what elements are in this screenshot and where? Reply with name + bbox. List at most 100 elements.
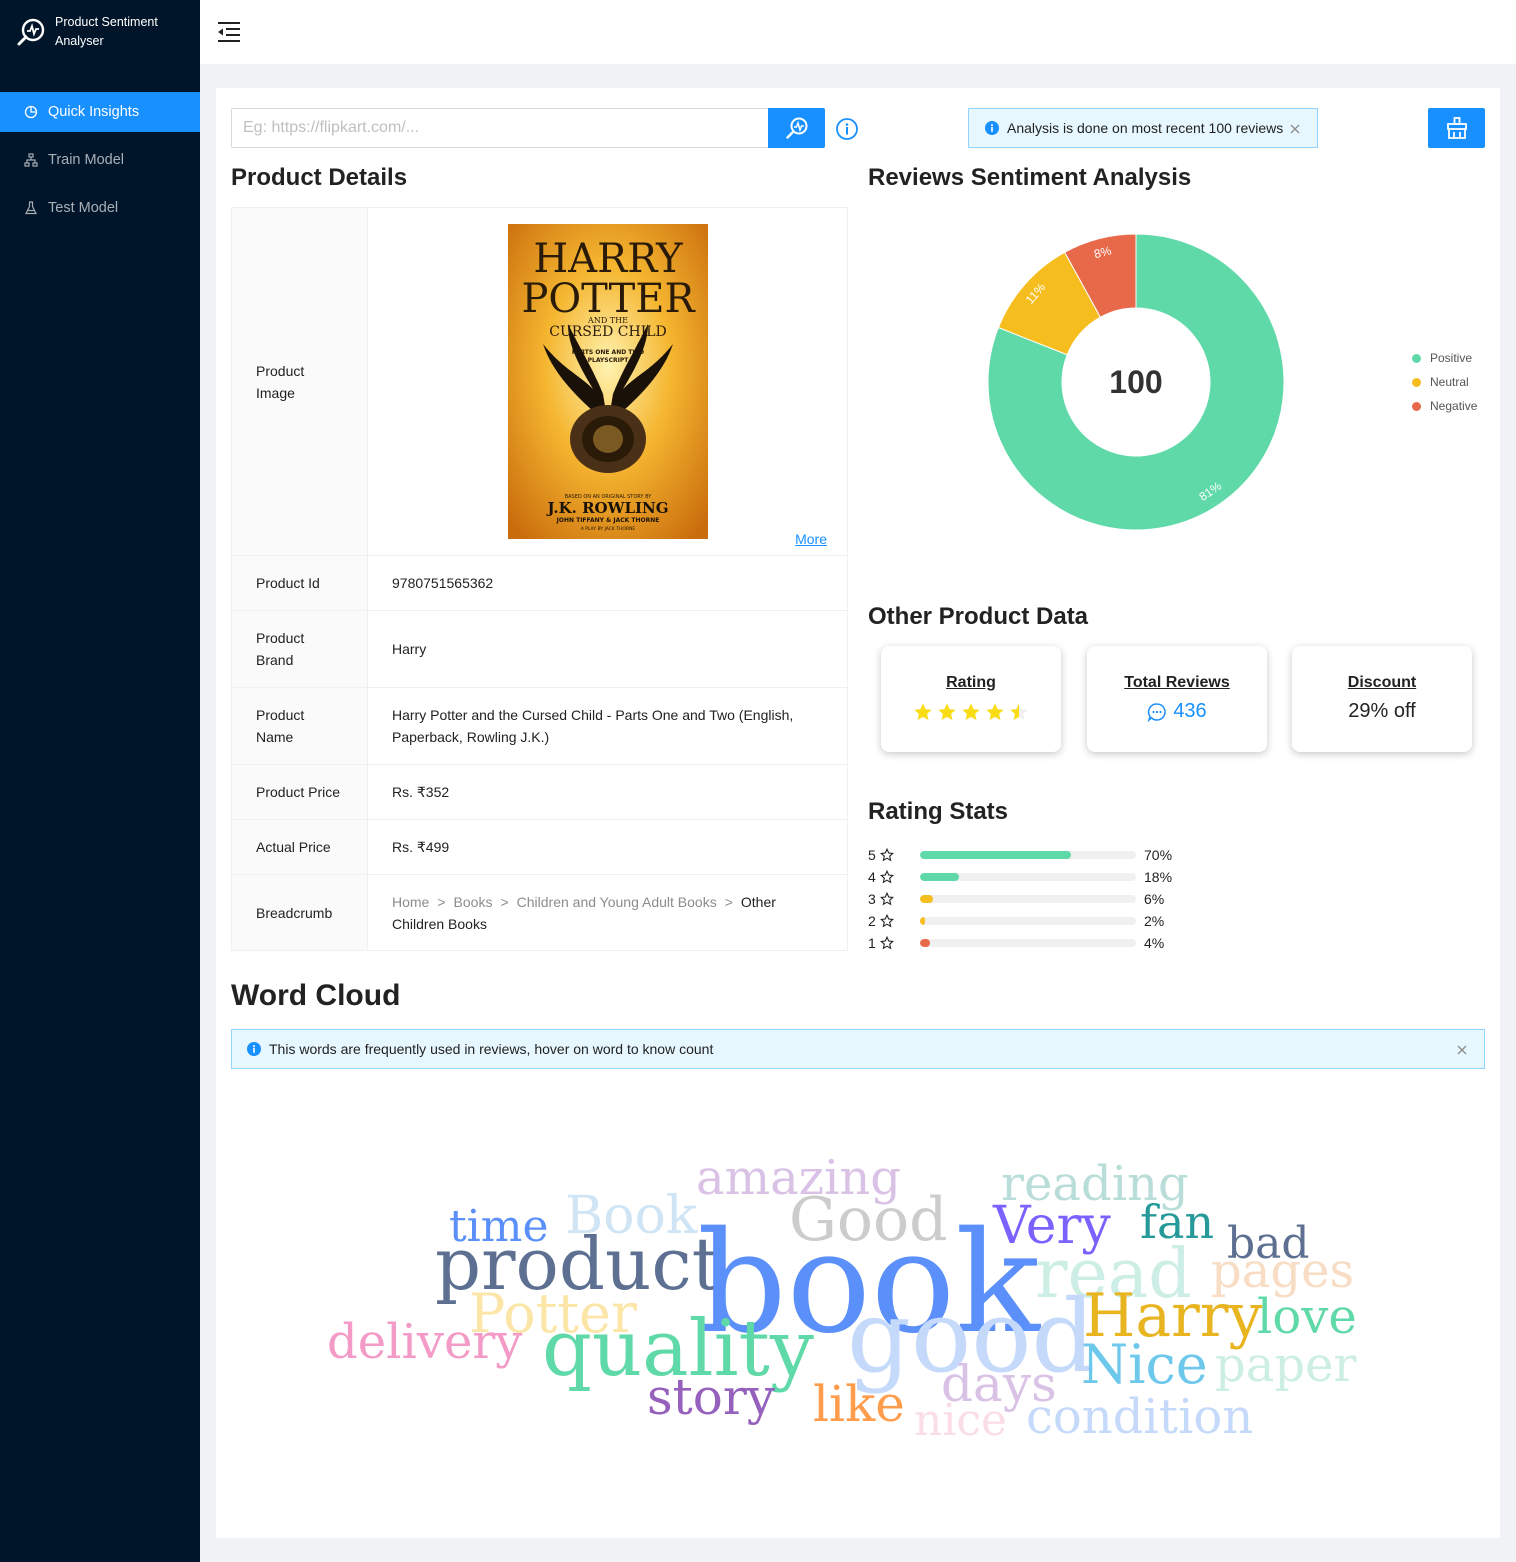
sidebar: Product Sentiment Analyser Quick Insight… [0, 0, 200, 1562]
product-image-cell: HARRY POTTER AND THE CURSED CHILD PARTS … [367, 207, 848, 556]
rating-stars-number: 4 [868, 869, 876, 885]
word-cloud-word[interactable]: nice [914, 1395, 1007, 1446]
product-price-value: Rs. ₹352 [367, 764, 848, 820]
star-icon [1010, 703, 1028, 720]
row-label: Product Price [231, 764, 368, 820]
analysis-info-alert: Analysis is done on most recent 100 revi… [968, 108, 1318, 148]
star-outline-icon [880, 892, 894, 906]
rating-stat-row: 5 70% [868, 844, 1172, 866]
rating-percent: 6% [1144, 891, 1165, 907]
cluster-icon [24, 153, 38, 167]
word-cloud-word[interactable]: like [813, 1375, 905, 1433]
breadcrumb-children-books[interactable]: Children and Young Adult Books [517, 894, 717, 910]
rating-stars-number: 1 [868, 935, 876, 951]
info-icon [247, 1042, 261, 1056]
alert-text: Analysis is done on most recent 100 revi… [1007, 120, 1284, 136]
clear-button[interactable] [1428, 108, 1485, 148]
menu-label: Test Model [48, 200, 119, 216]
menu-label: Train Model [48, 152, 125, 168]
rating-progress-fill [920, 873, 959, 881]
word-cloud-info-alert: This words are frequently used in review… [231, 1029, 1485, 1069]
word-cloud-word[interactable]: Nice [1081, 1333, 1208, 1396]
brand[interactable]: Product Sentiment Analyser [0, 0, 200, 64]
legend-label: Neutral [1430, 375, 1469, 389]
row-label: Product Id [231, 555, 368, 611]
side-menu: Quick Insights Train Model Test Model [0, 92, 200, 228]
legend-item-negative[interactable]: Negative [1412, 394, 1477, 418]
rating-progress-fill [920, 917, 925, 925]
table-row: Product Name Harry Potter and the Cursed … [231, 687, 848, 765]
star-outline-icon [880, 848, 894, 862]
rating-progress-bar [920, 917, 1136, 925]
alert-text: This words are frequently used in review… [269, 1041, 714, 1057]
legend-item-neutral[interactable]: Neutral [1412, 370, 1477, 394]
rating-progress-bar [920, 851, 1136, 859]
rating-stars-number: 3 [868, 891, 876, 907]
word-cloud-word[interactable]: delivery [327, 1314, 522, 1370]
legend-dot [1412, 401, 1421, 411]
row-label: Product Brand [231, 610, 368, 688]
discount-card: Discount 29% off [1292, 646, 1472, 752]
product-brand-value: Harry [367, 610, 848, 688]
rating-card: Rating [881, 646, 1061, 752]
row-label: Actual Price [231, 819, 368, 875]
rating-progress-bar [920, 895, 1136, 903]
star-outline-icon [880, 936, 894, 950]
clear-broom-icon [1446, 117, 1467, 139]
close-icon[interactable] [1289, 123, 1301, 135]
reviews-card-title: Total Reviews [1124, 674, 1230, 691]
product-image-label: Product Image [256, 362, 305, 401]
main-content: Analysis is done on most recent 100 revi… [216, 88, 1500, 1538]
cover-playscript: PLAYSCRIPT [588, 357, 630, 364]
table-row: Product Brand Harry [231, 610, 848, 688]
more-images-link[interactable]: More [795, 531, 827, 547]
sentiment-donut-chart: 81%11%8%100 [987, 233, 1285, 531]
legend-label: Positive [1430, 351, 1473, 365]
word-cloud-word[interactable]: story [647, 1368, 776, 1426]
info-circle-icon[interactable] [835, 117, 859, 141]
total-reviews-card: Total Reviews 436 [1087, 646, 1267, 752]
menu-fold-icon[interactable] [216, 19, 242, 45]
sentiment-title: Reviews Sentiment Analysis [868, 164, 1192, 191]
rating-stat-row: 1 4% [868, 932, 1172, 954]
menu-item-train-model[interactable]: Train Model [0, 140, 200, 180]
legend-dot [1412, 377, 1421, 387]
word-cloud-word[interactable]: condition [1026, 1389, 1253, 1445]
search-analyse-icon [785, 117, 807, 139]
breadcrumb-separator: > [500, 893, 509, 910]
cover-author: J.K. ROWLING [545, 499, 668, 517]
legend-item-positive[interactable]: Positive [1412, 346, 1477, 370]
row-label: Product Image [231, 207, 368, 556]
row-label: Product Name [231, 687, 368, 765]
header [200, 0, 1516, 64]
star-outline-icon [880, 914, 894, 928]
table-row: Breadcrumb Home > Books > Children and Young… [231, 874, 848, 951]
breadcrumb: Home > Books > Children and Young Adult Book… [367, 874, 848, 951]
breadcrumb-separator: > [724, 893, 733, 910]
star-icon [986, 703, 1004, 720]
cover-coauthors: JOHN TIFFANY & JACK THORNE [556, 517, 660, 524]
rating-progress-bar [920, 873, 1136, 881]
menu-item-test-model[interactable]: Test Model [0, 188, 200, 228]
menu-item-quick-insights[interactable]: Quick Insights [0, 92, 200, 132]
word-cloud-word[interactable]: paper [1215, 1337, 1356, 1393]
cover-play: A PLAY BY JACK THORNE [581, 526, 636, 532]
word-cloud-title: Word Cloud [231, 979, 401, 1012]
breadcrumb-separator: > [437, 893, 446, 910]
rating-stat-row: 2 2% [868, 910, 1172, 932]
rating-percent: 4% [1144, 935, 1165, 951]
rating-progress-fill [920, 851, 1072, 859]
close-icon[interactable] [1456, 1044, 1468, 1056]
breadcrumb-books[interactable]: Books [454, 894, 493, 910]
url-search-input[interactable] [231, 108, 768, 148]
product-name-label: Product Name [256, 707, 305, 745]
rating-card-title: Rating [946, 674, 996, 691]
breadcrumb-home[interactable]: Home [392, 894, 429, 910]
app-logo-icon [17, 18, 45, 46]
star-icon [962, 703, 980, 720]
star-icon [914, 703, 932, 720]
reviews-count: 436 [1087, 700, 1267, 723]
table-row: Actual Price Rs. ₹499 [231, 819, 848, 875]
product-brand-label: Product Brand [256, 630, 305, 668]
search-button[interactable] [768, 108, 825, 148]
